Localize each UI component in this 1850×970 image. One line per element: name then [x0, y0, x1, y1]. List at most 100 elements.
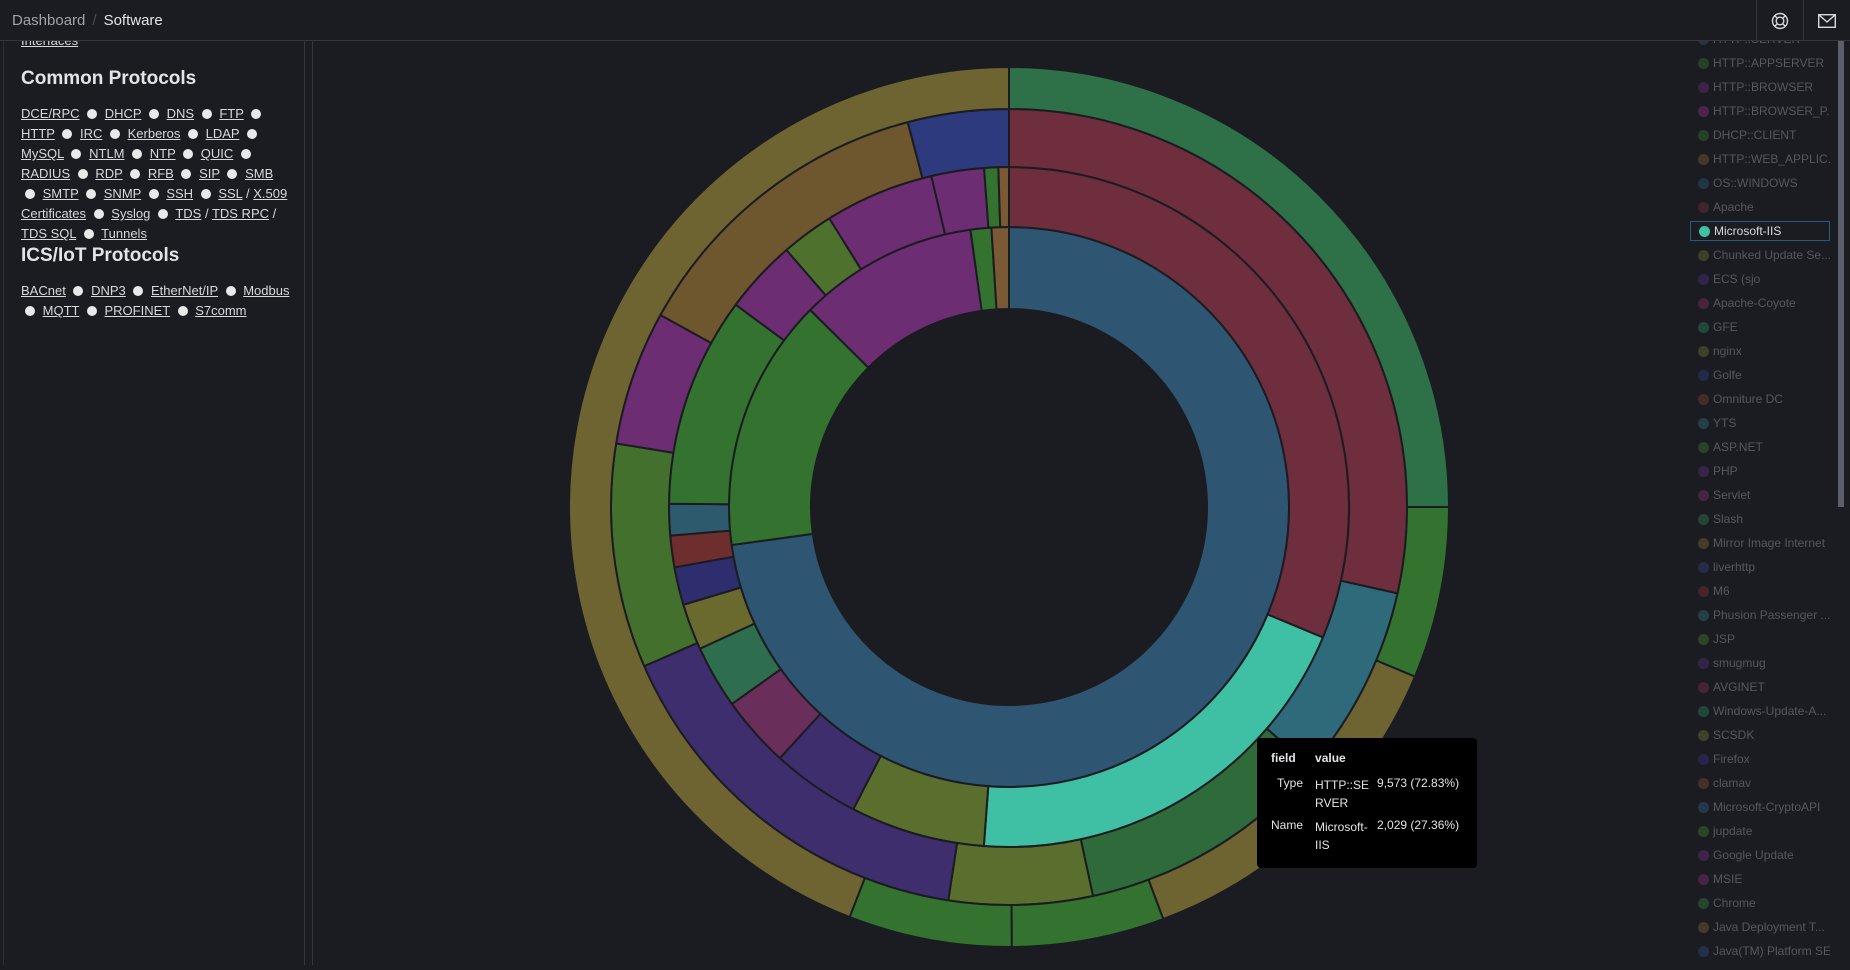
legend-item[interactable]: HTTP::BROWSER	[1690, 77, 1830, 97]
protocol-link-dce-rpc[interactable]: DCE/RPC	[21, 106, 80, 121]
sunburst-segment-1-18[interactable]	[947, 838, 1095, 906]
legend-label: HTTP::SERVER	[1713, 41, 1800, 46]
protocol-link-tds-rpc[interactable]: TDS RPC	[212, 206, 269, 221]
legend-item[interactable]: JSP	[1690, 629, 1830, 649]
breadcrumb-dashboard[interactable]: Dashboard	[12, 12, 85, 29]
protocol-link-tunnels[interactable]: Tunnels	[101, 226, 147, 241]
legend-item[interactable]: nginx	[1690, 341, 1830, 361]
legend-item[interactable]: Microsoft-IIS	[1690, 221, 1830, 241]
legend-item[interactable]: jupdate	[1690, 821, 1830, 841]
legend-item[interactable]: liverhttp	[1690, 557, 1830, 577]
protocol-link-dhcp[interactable]: DHCP	[105, 106, 142, 121]
legend-item[interactable]: clamav	[1690, 773, 1830, 793]
tooltip-field: Name	[1271, 818, 1304, 832]
legend-item[interactable]: Java Deployment T...	[1690, 917, 1830, 937]
protocol-link-modbus[interactable]: Modbus	[243, 283, 289, 298]
legend-item[interactable]: ECS (sjo	[1690, 269, 1830, 289]
protocol-link-tds[interactable]: TDS	[175, 206, 201, 221]
legend-scrollbar[interactable]	[1838, 41, 1844, 965]
legend-item[interactable]: HTTP::SERVER	[1690, 41, 1830, 49]
protocol-link-rfb[interactable]: RFB	[148, 166, 174, 181]
legend-item[interactable]: Chrome	[1690, 893, 1830, 913]
legend-color-swatch	[1698, 945, 1709, 957]
protocol-link-kerberos[interactable]: Kerberos	[128, 126, 181, 141]
protocol-link-smtp[interactable]: SMTP	[43, 186, 79, 201]
legend-item[interactable]: Omniture DC	[1690, 389, 1830, 409]
protocol-link-quic[interactable]: QUIC	[201, 146, 234, 161]
legend-item[interactable]: PHP	[1690, 461, 1830, 481]
legend-item[interactable]: Java(TM) Platform SE	[1690, 941, 1830, 961]
legend-item[interactable]: HTTP::WEB_APPLIC...	[1690, 149, 1830, 169]
protocol-link-s7comm[interactable]: S7comm	[195, 303, 246, 318]
legend-item[interactable]: M6	[1690, 581, 1830, 601]
legend-item[interactable]: Firefox	[1690, 749, 1830, 769]
protocol-link-dnp3[interactable]: DNP3	[91, 283, 126, 298]
protocol-link-dns[interactable]: DNS	[167, 106, 194, 121]
sunburst-segment-phusion-passenger-[interactable]	[668, 502, 732, 537]
mail-icon	[1818, 13, 1836, 28]
separator-dot	[201, 109, 212, 119]
legend-item[interactable]: AVGINET	[1690, 677, 1830, 697]
legend-color-swatch	[1698, 57, 1709, 69]
legend-item[interactable]: SCSDK	[1690, 725, 1830, 745]
protocol-link-snmp[interactable]: SNMP	[104, 186, 141, 201]
legend-item[interactable]: Golfe	[1690, 365, 1830, 385]
link-interfaces[interactable]: Interfaces	[21, 41, 78, 48]
legend-item[interactable]: Google Update	[1690, 845, 1830, 865]
protocol-link-http[interactable]: HTTP	[21, 126, 55, 141]
legend-item[interactable]: Microsoft-CryptoAPI	[1690, 797, 1830, 817]
protocol-link-ntlm[interactable]: NTLM	[89, 146, 124, 161]
legend-item[interactable]: Slash	[1690, 509, 1830, 529]
mail-button[interactable]	[1803, 0, 1850, 41]
legend-item[interactable]: Chunked Update Se...	[1690, 245, 1830, 265]
legend-item[interactable]: Apache-Coyote	[1690, 293, 1830, 313]
protocol-link-sip[interactable]: SIP	[199, 166, 220, 181]
legend-label: DHCP::CLIENT	[1713, 128, 1797, 142]
protocol-link-radius[interactable]: RADIUS	[21, 166, 70, 181]
tooltip-header-value: value	[1315, 751, 1346, 765]
legend-item[interactable]: Servlet	[1690, 485, 1830, 505]
separator-dot	[177, 306, 188, 316]
protocol-link-smb[interactable]: SMB	[245, 166, 273, 181]
protocol-link-mysql[interactable]: MySQL	[21, 146, 64, 161]
legend-item[interactable]: GFE	[1690, 317, 1830, 337]
protocol-link-ftp[interactable]: FTP	[219, 106, 243, 121]
legend-color-swatch	[1698, 441, 1709, 453]
legend-item[interactable]: Apache	[1690, 197, 1830, 217]
legend-item[interactable]: MSIE	[1690, 869, 1830, 889]
legend-item[interactable]: OS::WINDOWS	[1690, 173, 1830, 193]
sunburst-segment-java-deployment-t-[interactable]	[997, 165, 1010, 229]
legend-scrollbar-thumb[interactable]	[1838, 41, 1844, 507]
help-button[interactable]	[1756, 0, 1803, 41]
panel-divider[interactable]	[305, 41, 313, 965]
legend-color-swatch	[1698, 585, 1709, 597]
legend-label: SCSDK	[1713, 728, 1755, 742]
protocol-link-bacnet[interactable]: BACnet	[21, 283, 66, 298]
legend-label: Mirror Image Internet	[1713, 536, 1826, 550]
protocol-link-rdp[interactable]: RDP	[95, 166, 122, 181]
legend-item[interactable]: YTS	[1690, 413, 1830, 433]
protocol-link-ldap[interactable]: LDAP	[206, 126, 240, 141]
protocol-link-syslog[interactable]: Syslog	[111, 206, 150, 221]
protocol-link-ssh[interactable]: SSH	[166, 186, 193, 201]
legend-item[interactable]: ASP.NET	[1690, 437, 1830, 457]
protocol-link-ethernet-ip[interactable]: EtherNet/IP	[151, 283, 218, 298]
protocol-link-irc[interactable]: IRC	[80, 126, 102, 141]
legend-item[interactable]: smugmug	[1690, 653, 1830, 673]
protocol-link-profinet[interactable]: PROFINET	[104, 303, 170, 318]
protocol-link-mqtt[interactable]: MQTT	[43, 303, 80, 318]
legend-item[interactable]: Mirror Image Internet	[1690, 533, 1830, 553]
legend-item[interactable]: Windows-Update-A...	[1690, 701, 1830, 721]
legend-color-swatch	[1698, 873, 1709, 885]
legend-color-swatch	[1698, 921, 1709, 933]
protocol-link-ssl[interactable]: SSL	[218, 186, 242, 201]
protocol-link-ntp[interactable]: NTP	[150, 146, 176, 161]
legend-item[interactable]: HTTP::BROWSER_P...	[1690, 101, 1830, 121]
legend-item[interactable]: Phusion Passenger ...	[1690, 605, 1830, 625]
legend-color-swatch	[1698, 609, 1709, 621]
legend-item[interactable]: DHCP::CLIENT	[1690, 125, 1830, 145]
separator-dot	[133, 286, 144, 296]
legend-item[interactable]: HTTP::APPSERVER	[1690, 53, 1830, 73]
protocol-link-tds-sql[interactable]: TDS SQL	[21, 226, 76, 241]
legend-color-swatch	[1698, 81, 1709, 93]
